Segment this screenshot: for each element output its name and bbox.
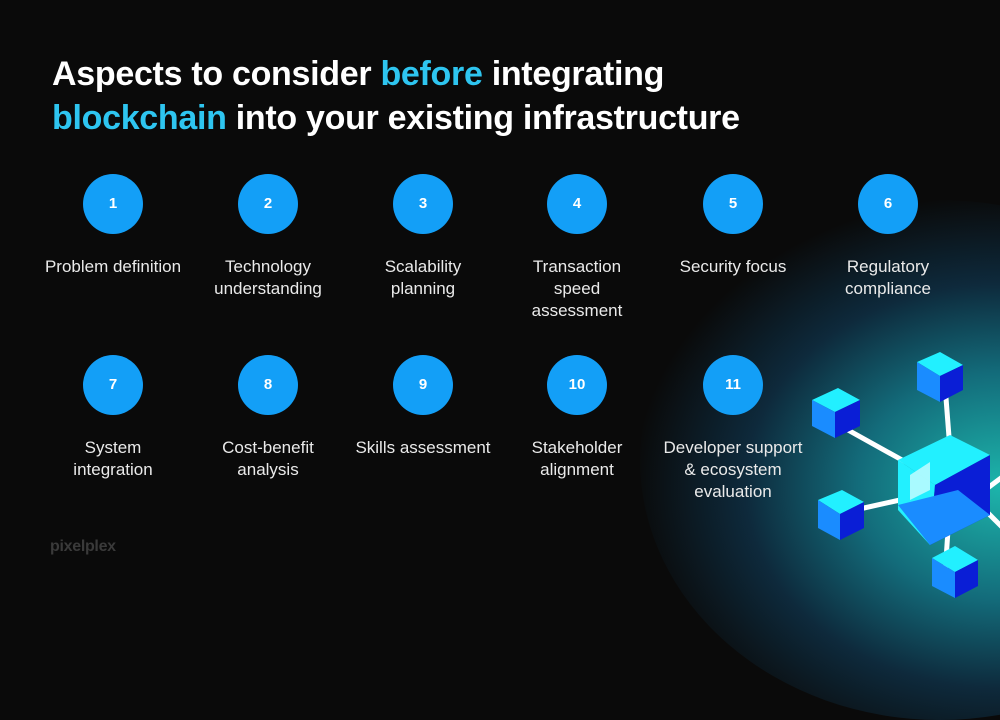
aspect-item: 10 Stakeholder alignment <box>492 355 662 481</box>
blockchain-cubes-icon <box>812 352 1000 598</box>
step-number-badge: 7 <box>83 355 143 415</box>
step-number-badge: 10 <box>547 355 607 415</box>
aspect-label: Technology understanding <box>214 257 322 298</box>
aspect-item: 6 Regulatory compliance <box>803 174 973 300</box>
step-number-badge: 4 <box>547 174 607 234</box>
title-accent-blockchain: blockchain <box>52 99 227 137</box>
step-number-badge: 11 <box>703 355 763 415</box>
small-cube <box>932 546 978 598</box>
aspect-item: 2 Technology understanding <box>183 174 353 300</box>
aspect-label: Skills assessment <box>355 438 491 457</box>
aspect-item: 3 Scalability planning <box>338 174 508 300</box>
aspect-label: System integration <box>73 438 153 479</box>
central-cube <box>898 435 990 545</box>
aspect-label: Security focus <box>679 257 787 276</box>
aspect-item: 5 Security focus <box>648 174 818 278</box>
aspect-label: Stakeholder alignment <box>531 438 623 479</box>
small-cube <box>917 352 963 402</box>
aspect-item: 4 Transaction speed assessment <box>492 174 662 322</box>
step-number-badge: 3 <box>393 174 453 234</box>
step-number-badge: 6 <box>858 174 918 234</box>
pixelplex-logo: pixelplex <box>50 538 116 555</box>
title-part-1: Aspects to consider <box>52 55 381 93</box>
step-number-badge: 8 <box>238 355 298 415</box>
aspect-item: 1 Problem definition <box>28 174 198 278</box>
title-part-3: into your existing infrastructure <box>226 99 740 137</box>
aspect-label: Transaction speed assessment <box>531 257 623 320</box>
step-number-badge: 2 <box>238 174 298 234</box>
step-number-badge: 1 <box>83 174 143 234</box>
title-part-2: integrating <box>482 55 665 93</box>
aspect-item: 9 Skills assessment <box>338 355 508 459</box>
aspect-item: 7 System integration <box>28 355 198 481</box>
step-number-badge: 9 <box>393 355 453 415</box>
aspect-item: 8 Cost-benefit analysis <box>183 355 353 481</box>
aspect-label: Problem definition <box>44 257 182 276</box>
aspect-label: Scalability planning <box>384 257 462 298</box>
aspect-label: Cost-benefit analysis <box>222 438 314 479</box>
page-title: Aspects to consider before integrating bl… <box>52 52 740 140</box>
step-number-badge: 5 <box>703 174 763 234</box>
small-cube <box>818 490 864 540</box>
title-accent-before: before <box>380 55 483 93</box>
aspect-label: Regulatory compliance <box>845 257 931 298</box>
